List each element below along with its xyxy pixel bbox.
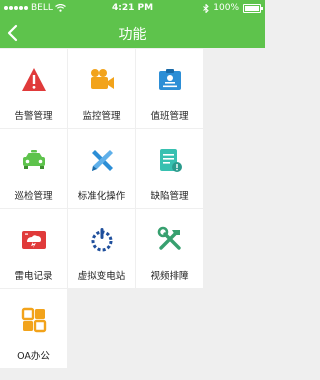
- battery-percent: 100%: [213, 3, 239, 13]
- patrol-car-icon: [22, 150, 45, 169]
- function-virtual-substation[interactable]: 虚拟变电站: [68, 209, 135, 288]
- function-duty-management[interactable]: 值班管理: [136, 49, 203, 128]
- nav-bar: 功能: [0, 18, 265, 48]
- function-lightning-record[interactable]: 雷电记录: [0, 209, 67, 288]
- function-label: 虚拟变电站: [77, 271, 126, 282]
- function-monitor-management[interactable]: 监控管理: [68, 49, 135, 128]
- function-label: 视频排障: [150, 271, 189, 282]
- power-icon: [91, 228, 112, 252]
- function-label: 监控管理: [82, 111, 121, 122]
- function-label: OA办公: [17, 351, 50, 362]
- function-alarm-management[interactable]: 告警管理: [0, 49, 67, 128]
- function-video-troubleshooting[interactable]: 视频排障: [136, 209, 203, 288]
- bluetooth-icon: [203, 3, 209, 13]
- function-grid: 告警管理 监控管理 值班管理 巡检管理 标准化操作 缺陷管理 雷电记录 虚拟变电…: [0, 49, 270, 369]
- function-defect-management[interactable]: 缺陷管理: [136, 129, 203, 208]
- defect-document-icon: [159, 149, 182, 172]
- function-label: 缺陷管理: [150, 191, 189, 202]
- alarm-warning-icon: [21, 68, 46, 91]
- oa-grid-icon: [21, 307, 46, 333]
- function-label: 值班管理: [150, 111, 189, 122]
- function-standard-operation[interactable]: 标准化操作: [68, 129, 135, 208]
- function-oa-office[interactable]: OA办公: [0, 289, 67, 368]
- function-label: 告警管理: [14, 111, 53, 122]
- ruler-pencil-icon: [91, 150, 113, 171]
- lightning-record-icon: [21, 231, 46, 249]
- id-card-icon: [158, 69, 181, 90]
- page-title: 功能: [118, 27, 147, 43]
- status-bar: BELL 4:21 PM 100%: [0, 0, 265, 16]
- function-label: 巡检管理: [14, 191, 53, 202]
- function-patrol-management[interactable]: 巡检管理: [0, 129, 67, 208]
- app-header: BELL 4:21 PM 100% 功能: [0, 0, 265, 48]
- camera-icon: [90, 69, 114, 89]
- function-label: 标准化操作: [77, 191, 126, 202]
- function-label: 雷电记录: [14, 271, 53, 282]
- battery-icon: [243, 3, 263, 13]
- tools-icon: [157, 226, 181, 250]
